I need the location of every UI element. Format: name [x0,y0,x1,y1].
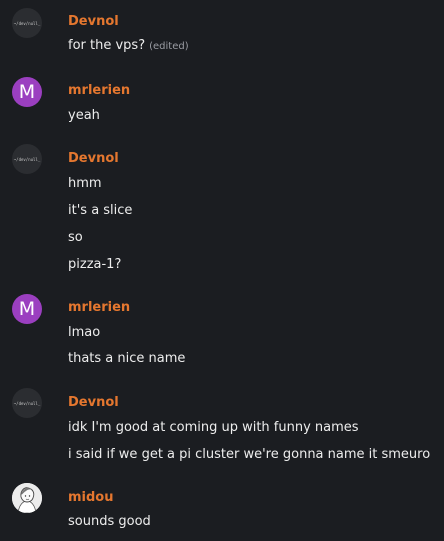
user-avatar[interactable]: M [12,77,42,107]
avatar-letter: M [18,298,36,320]
message: for the vps? (edited) [68,37,189,56]
message: hmm [68,176,102,191]
username[interactable]: Devnol [68,151,119,167]
message: yeah [68,108,100,123]
username[interactable]: Devnol [68,395,119,411]
message: pizza-1? [68,257,122,272]
message: idk I'm good at coming up with funny nam… [68,420,359,435]
message: it's a slice [68,203,133,218]
avatar-text: ~/dev/null_ [13,20,41,26]
avatar-text: ~/dev/null_ [13,400,41,406]
user-avatar[interactable] [12,483,42,513]
user-avatar[interactable]: ~/dev/null_ [12,8,42,38]
chat-log: ~/dev/null_ Devnol for the vps? (edited) … [0,0,444,541]
username[interactable]: midou [68,490,114,506]
username[interactable]: Devnol [68,14,119,30]
username[interactable]: mrlerien [68,300,130,316]
avatar-letter: M [18,81,36,103]
user-avatar[interactable]: ~/dev/null_ [12,144,42,174]
message: sounds good [68,514,151,529]
user-avatar[interactable]: M [12,294,42,324]
user-avatar[interactable]: ~/dev/null_ [12,388,42,418]
message: lmao [68,325,101,340]
message: i said if we get a pi cluster we're gonn… [68,447,431,462]
message: so [68,230,83,245]
message: thats a nice name [68,351,186,366]
avatar-text: ~/dev/null_ [13,156,41,162]
edited-label: (edited) [149,41,189,52]
username[interactable]: mrlerien [68,83,130,99]
avatar-illustration-icon [12,483,42,513]
message-text: for the vps? [68,38,146,53]
